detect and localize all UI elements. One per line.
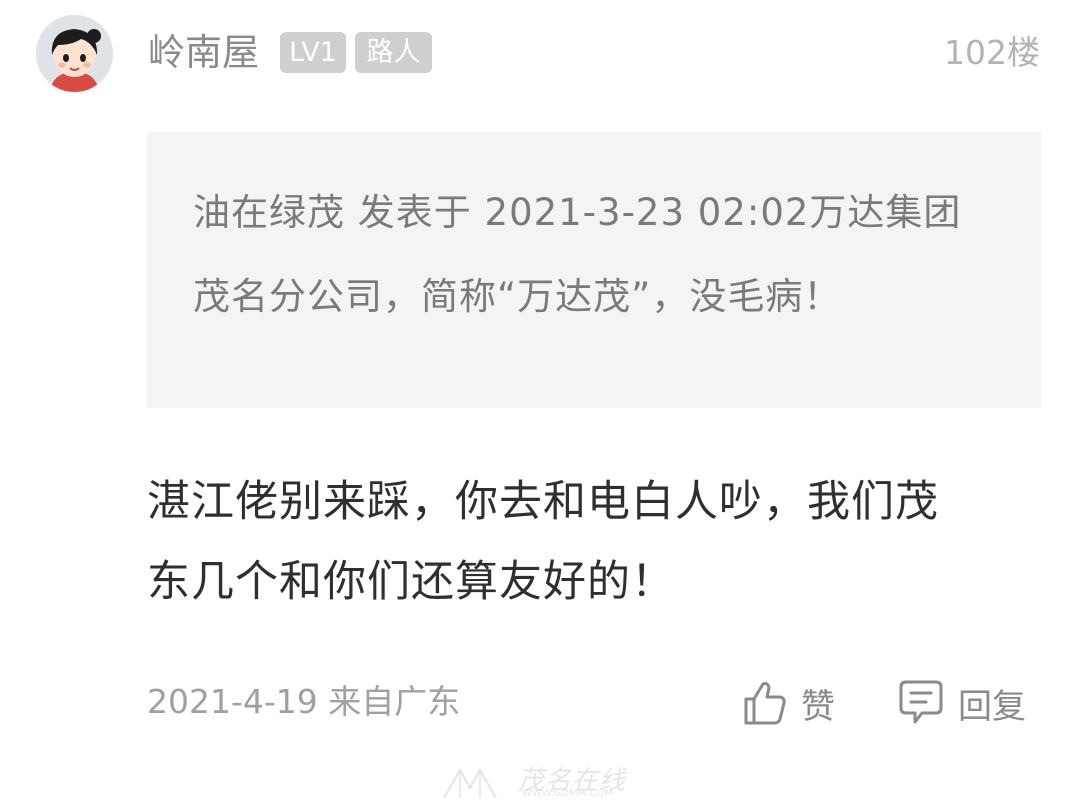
reply-label: 回复 <box>958 686 1026 727</box>
watermark-logo-icon <box>443 767 497 799</box>
reply-button[interactable]: 回复 <box>898 676 1026 730</box>
comment-icon <box>899 680 943 724</box>
watermark-url: WWW.GDMM.COM <box>522 788 614 799</box>
username[interactable]: 岭南屋 <box>148 27 259 79</box>
thumbs-up-icon <box>744 682 786 725</box>
post-meta: 2021-4-19 来自广东 <box>147 682 461 721</box>
quote-text: 油在绿茂 发表于 2021-3-23 02:02万达集团茂名分公司，简称“万达茂… <box>193 191 962 318</box>
like-label: 赞 <box>801 686 835 727</box>
avatar-girl-icon <box>36 15 113 92</box>
quote-block: 油在绿茂 发表于 2021-3-23 02:02万达集团茂名分公司，简称“万达茂… <box>147 132 1041 408</box>
avatar[interactable] <box>36 15 113 92</box>
level-badge: LV1 <box>280 32 346 73</box>
watermark: 茂名在线 WWW.GDMM.COM <box>440 762 650 802</box>
floor-number: 102楼 <box>944 33 1040 72</box>
post-content: 湛江佬别来踩，你去和电白人吵，我们茂东几个和你们还算友好的！ <box>147 477 939 607</box>
like-button[interactable]: 赞 <box>743 676 835 730</box>
role-badge: 路人 <box>355 32 432 73</box>
